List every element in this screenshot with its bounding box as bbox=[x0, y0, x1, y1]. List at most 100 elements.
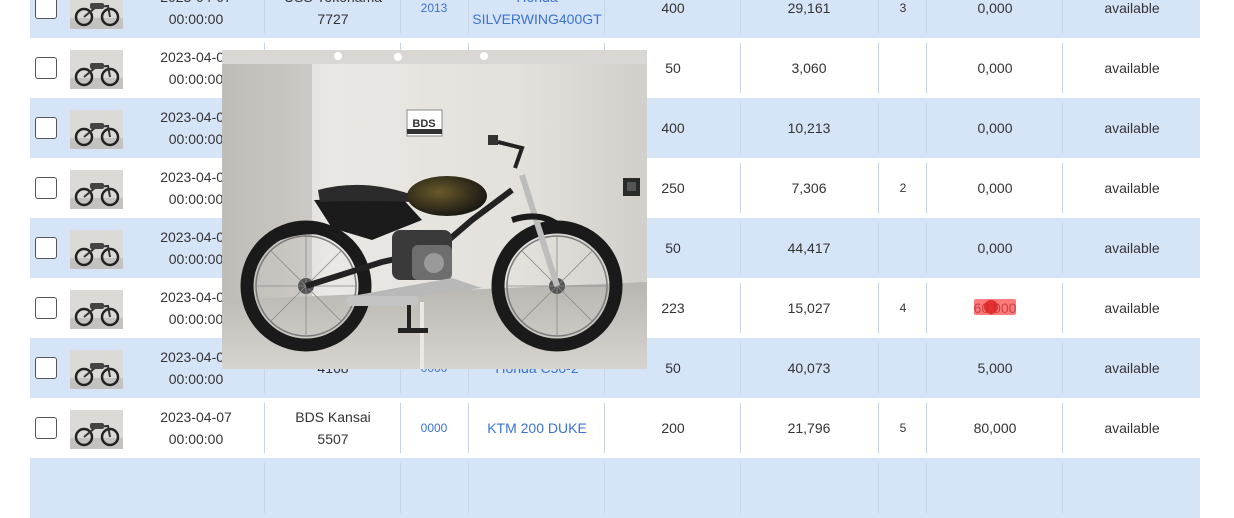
time-text: 00:00:00 bbox=[168, 251, 224, 267]
mileage-cell: 29,161 bbox=[787, 0, 831, 16]
table-row: 2023-04-07 00:00:00 BDS Kansai 5507 0000 KTM … bbox=[30, 398, 1200, 458]
column-divider bbox=[1062, 163, 1063, 213]
status-cell bbox=[1064, 458, 1200, 518]
column-divider bbox=[740, 463, 741, 513]
status-cell: available bbox=[1104, 360, 1160, 376]
column-divider bbox=[878, 403, 879, 453]
grade-cell: 4 bbox=[899, 301, 907, 315]
column-divider bbox=[740, 283, 741, 333]
model-cell: Honda SILVERWING400GT bbox=[470, 0, 604, 38]
column-divider bbox=[740, 103, 741, 153]
cc-cell: 400 bbox=[661, 0, 685, 16]
table-row: 2023-04-07 00:00:00 USS Yokohama 7727 2013 Ho… bbox=[30, 0, 1200, 38]
date-cell bbox=[140, 458, 252, 518]
column-divider bbox=[878, 0, 879, 33]
place-cell: BDS Kansai 5507 bbox=[266, 398, 400, 458]
grade-cell: 2 bbox=[899, 181, 907, 195]
year-link[interactable]: 2013 bbox=[421, 0, 448, 19]
ceiling-light-icon bbox=[334, 52, 342, 60]
time-text: 00:00:00 bbox=[168, 131, 224, 147]
column-divider bbox=[740, 43, 741, 93]
motorcycle-photo-icon: BDS bbox=[222, 50, 647, 369]
mileage-cell: 10,213 bbox=[787, 120, 831, 136]
status-cell: available bbox=[1104, 0, 1160, 16]
row-select-checkbox[interactable] bbox=[35, 117, 57, 139]
grade-cell bbox=[880, 218, 926, 278]
place-name: USS Yokohama bbox=[284, 0, 382, 8]
row-select-checkbox[interactable] bbox=[35, 417, 57, 439]
column-divider bbox=[468, 403, 469, 453]
column-divider bbox=[264, 403, 265, 453]
column-divider bbox=[878, 223, 879, 273]
mileage-cell: 3,060 bbox=[791, 60, 827, 76]
column-divider bbox=[1062, 343, 1063, 393]
column-divider bbox=[878, 463, 879, 513]
column-divider bbox=[1062, 0, 1063, 33]
column-divider bbox=[604, 403, 605, 453]
grade-cell bbox=[880, 338, 926, 398]
status-cell: available bbox=[1104, 180, 1160, 196]
column-divider bbox=[740, 0, 741, 33]
column-divider bbox=[1062, 223, 1063, 273]
column-divider bbox=[1062, 43, 1063, 93]
red-marker-icon bbox=[974, 299, 1016, 315]
motorcycle-thumbnail-icon[interactable] bbox=[70, 0, 123, 29]
place-cell bbox=[266, 458, 400, 518]
time-text: 00:00:00 bbox=[168, 191, 224, 207]
place-cell: USS Yokohama 7727 bbox=[266, 0, 400, 38]
mileage-cell: 7,306 bbox=[791, 180, 827, 196]
price-cell: 0,000 bbox=[977, 0, 1013, 16]
time-text: 00:00:00 bbox=[168, 71, 224, 87]
column-divider bbox=[1062, 403, 1063, 453]
motorcycle-thumbnail-icon[interactable] bbox=[70, 230, 123, 269]
status-cell: available bbox=[1104, 60, 1160, 76]
column-divider bbox=[926, 163, 927, 213]
table-row bbox=[30, 458, 1200, 518]
motorcycle-thumbnail-icon[interactable] bbox=[70, 290, 123, 329]
year-link[interactable]: 0000 bbox=[421, 417, 448, 439]
row-select-checkbox[interactable] bbox=[35, 357, 57, 379]
cc-cell bbox=[606, 458, 740, 518]
motorcycle-thumbnail-icon[interactable] bbox=[70, 350, 123, 389]
time-text: 00:00:00 bbox=[168, 431, 224, 447]
place-number: 7727 bbox=[317, 11, 349, 27]
column-divider bbox=[264, 0, 265, 33]
place-name: BDS Kansai bbox=[295, 409, 371, 425]
column-divider bbox=[740, 403, 741, 453]
mileage-cell: 44,417 bbox=[787, 240, 831, 256]
row-select-checkbox[interactable] bbox=[35, 297, 57, 319]
model-cell bbox=[470, 458, 604, 518]
price-cell: 5,000 bbox=[977, 360, 1013, 376]
column-divider bbox=[878, 283, 879, 333]
row-select-checkbox[interactable] bbox=[35, 177, 57, 199]
year-cell: 0000 bbox=[402, 398, 466, 458]
column-divider bbox=[926, 223, 927, 273]
column-divider bbox=[1062, 463, 1063, 513]
year-cell bbox=[402, 458, 466, 518]
model-link[interactable]: Honda SILVERWING400GT bbox=[470, 0, 604, 30]
column-divider bbox=[926, 403, 927, 453]
motorcycle-thumbnail-icon[interactable] bbox=[70, 110, 123, 149]
date-text: 2023-04-07 bbox=[160, 409, 232, 425]
column-divider bbox=[1062, 103, 1063, 153]
column-divider bbox=[1062, 283, 1063, 333]
column-divider bbox=[400, 463, 401, 513]
column-divider bbox=[926, 103, 927, 153]
motorcycle-thumbnail-icon[interactable] bbox=[70, 170, 123, 209]
cc-cell: 200 bbox=[661, 420, 685, 436]
grade-cell bbox=[880, 38, 926, 98]
column-divider bbox=[878, 43, 879, 93]
date-cell: 2023-04-07 00:00:00 bbox=[140, 0, 252, 38]
column-divider bbox=[878, 163, 879, 213]
column-divider bbox=[468, 463, 469, 513]
row-select-checkbox[interactable] bbox=[35, 57, 57, 79]
status-cell: available bbox=[1104, 120, 1160, 136]
motorcycle-thumbnail-icon[interactable] bbox=[70, 50, 123, 89]
model-link[interactable]: KTM 200 DUKE bbox=[487, 417, 587, 439]
column-divider bbox=[926, 283, 927, 333]
column-divider bbox=[264, 463, 265, 513]
motorcycle-thumbnail-icon[interactable] bbox=[70, 410, 123, 449]
row-select-checkbox[interactable] bbox=[35, 237, 57, 259]
mileage-cell: 40,073 bbox=[787, 360, 831, 376]
row-select-checkbox[interactable] bbox=[35, 0, 57, 19]
